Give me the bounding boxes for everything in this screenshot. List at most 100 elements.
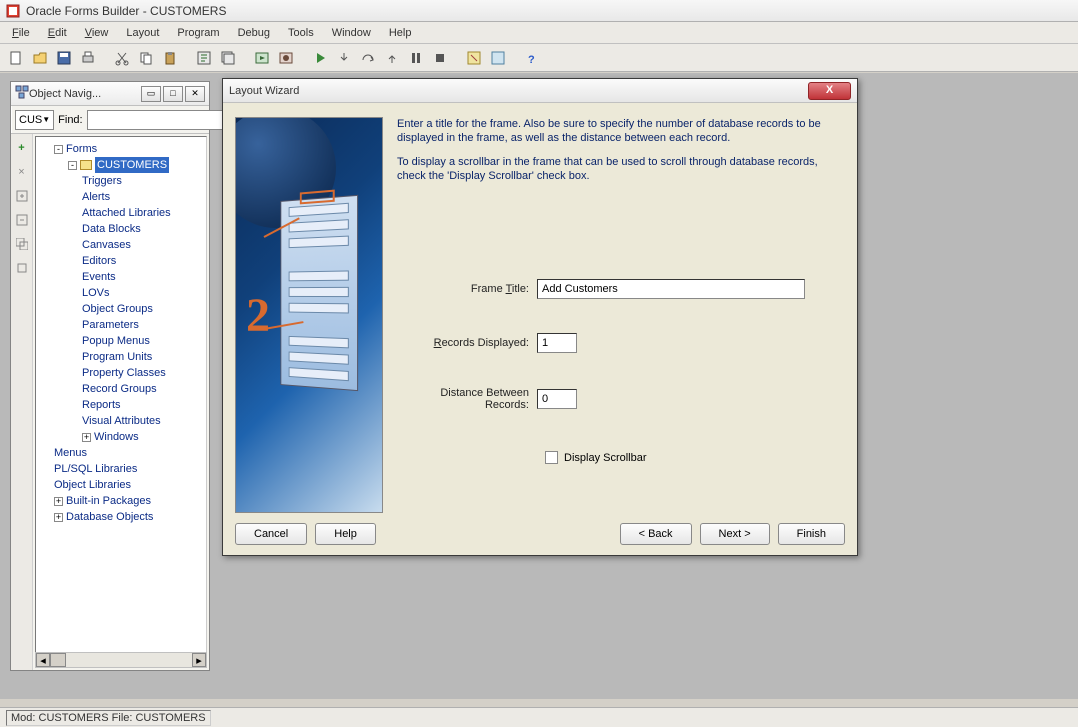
paste-icon[interactable] [160,48,180,68]
tree-object-groups[interactable]: Object Groups [82,303,153,315]
tree-attached-libraries[interactable]: Attached Libraries [82,207,171,219]
compile-all-icon[interactable] [218,48,238,68]
navigator-hscrollbar[interactable]: ◂ ▸ [35,652,207,668]
scroll-right-icon[interactable]: ▸ [192,653,206,667]
play-icon[interactable] [310,48,330,68]
chevron-down-icon: ▼ [42,115,50,124]
run-debug-icon[interactable] [276,48,296,68]
wizard-close-button[interactable]: X [808,82,851,100]
tree-plsql-libraries[interactable]: PL/SQL Libraries [54,463,137,475]
wizard-titlebar[interactable]: Layout Wizard X [223,79,857,103]
close-button[interactable]: ✕ [185,86,205,102]
step-over-icon[interactable] [358,48,378,68]
expand-icon[interactable] [14,188,30,204]
app-titlebar: Oracle Forms Builder - CUSTOMERS [0,0,1078,22]
tree-customers[interactable]: CUSTOMERS [95,157,169,173]
tree-visual-attributes[interactable]: Visual Attributes [82,415,161,427]
tree-popup-menus[interactable]: Popup Menus [82,335,150,347]
menu-window[interactable]: Window [324,25,379,41]
compile-icon[interactable] [194,48,214,68]
toggle-icon[interactable]: - [68,161,77,170]
run-form-icon[interactable] [252,48,272,68]
frame-title-input[interactable] [537,279,805,299]
minimize-button[interactable]: ▭ [141,86,161,102]
tree-program-units[interactable]: Program Units [82,351,152,363]
menu-layout[interactable]: Layout [118,25,167,41]
form-wizard-icon[interactable] [488,48,508,68]
app-title: Oracle Forms Builder - CUSTOMERS [26,4,226,18]
pause-icon[interactable] [406,48,426,68]
tree-database-objects[interactable]: Database Objects [66,511,153,523]
tree-windows[interactable]: Windows [94,431,139,443]
tree-record-groups[interactable]: Record Groups [82,383,157,395]
collapse-icon[interactable] [14,212,30,228]
finish-button[interactable]: Finish [778,523,845,545]
maximize-button[interactable]: □ [163,86,183,102]
wizard-title: Layout Wizard [229,85,808,97]
navigator-sidebar: + × [11,134,33,670]
menu-view[interactable]: View [77,25,117,41]
distance-input[interactable] [537,389,577,409]
toggle-icon[interactable]: + [54,497,63,506]
expand-all-icon[interactable] [14,236,30,252]
tree-object-libraries[interactable]: Object Libraries [54,479,131,491]
menu-tools[interactable]: Tools [280,25,322,41]
create-icon[interactable]: + [14,140,30,156]
wizard-illustration: 2 [235,117,383,513]
navigator-tree[interactable]: -Forms -CUSTOMERS Triggers Alerts Attach… [35,136,207,668]
stop-icon[interactable] [430,48,450,68]
tree-canvases[interactable]: Canvases [82,239,131,251]
new-icon[interactable] [6,48,26,68]
find-input[interactable] [87,110,237,130]
module-select[interactable]: CUS▼ [15,110,54,130]
tree-lovs[interactable]: LOVs [82,287,110,299]
open-icon[interactable] [30,48,50,68]
copy-icon[interactable] [136,48,156,68]
menu-help[interactable]: Help [381,25,420,41]
wizard-text-1: Enter a title for the frame. Also be sur… [397,117,845,145]
back-button[interactable]: < Back [620,523,692,545]
menu-program[interactable]: Program [169,25,227,41]
tree-icon [15,85,29,102]
tree-reports[interactable]: Reports [82,399,121,411]
tree-editors[interactable]: Editors [82,255,116,267]
tree-alerts[interactable]: Alerts [82,191,110,203]
toggle-icon[interactable]: - [54,145,63,154]
layout-wizard-dialog: Layout Wizard X 2 Enter a title for [222,78,858,556]
menubar: File Edit View Layout Program Debug Tool… [0,22,1078,44]
menu-file[interactable]: File [4,25,38,41]
tree-events[interactable]: Events [82,271,116,283]
help-icon[interactable]: ? [522,48,542,68]
tree-triggers[interactable]: Triggers [82,175,122,187]
cancel-button[interactable]: Cancel [235,523,307,545]
display-scrollbar-checkbox[interactable] [545,451,558,464]
tree-menus[interactable]: Menus [54,447,87,459]
toggle-icon[interactable]: + [54,513,63,522]
display-scrollbar-label: Display Scrollbar [564,452,647,464]
scroll-left-icon[interactable]: ◂ [36,653,50,667]
next-button[interactable]: Next > [700,523,770,545]
wizard-icon[interactable] [464,48,484,68]
menu-debug[interactable]: Debug [230,25,278,41]
records-displayed-input[interactable] [537,333,577,353]
save-icon[interactable] [54,48,74,68]
step-into-icon[interactable] [334,48,354,68]
step-out-icon[interactable] [382,48,402,68]
toggle-icon[interactable]: + [82,433,91,442]
print-icon[interactable] [78,48,98,68]
help-button[interactable]: Help [315,523,376,545]
tree-property-classes[interactable]: Property Classes [82,367,166,379]
cut-icon[interactable] [112,48,132,68]
collapse-all-icon[interactable] [14,260,30,276]
tree-forms[interactable]: Forms [66,143,97,155]
find-label: Find: [58,114,82,126]
tree-parameters[interactable]: Parameters [82,319,139,331]
records-displayed-label: Records Displayed: [397,337,537,349]
delete-icon[interactable]: × [14,164,30,180]
app-icon [6,4,20,18]
menu-edit[interactable]: Edit [40,25,75,41]
scroll-thumb[interactable] [50,653,66,667]
tree-builtin-packages[interactable]: Built-in Packages [66,495,151,507]
tree-data-blocks[interactable]: Data Blocks [82,223,141,235]
statusbar: Mod: CUSTOMERS File: CUSTOMERS [0,707,1078,727]
